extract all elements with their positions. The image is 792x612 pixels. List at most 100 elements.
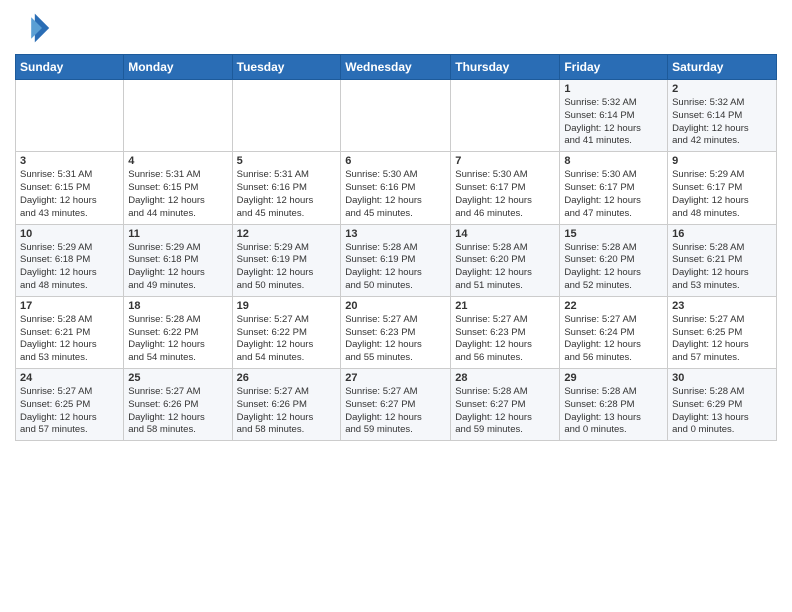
week-row-5: 24 Sunrise: 5:27 AM Sunset: 6:25 PM Dayli… — [16, 369, 777, 441]
day-number: 23 — [672, 300, 772, 312]
day-cell: 5 Sunrise: 5:31 AM Sunset: 6:16 PM Daylig… — [232, 152, 341, 224]
day-cell: 2 Sunrise: 5:32 AM Sunset: 6:14 PM Daylig… — [668, 80, 777, 152]
week-row-3: 10 Sunrise: 5:29 AM Sunset: 6:18 PM Dayli… — [16, 224, 777, 296]
weekday-monday: Monday — [124, 55, 232, 80]
day-number: 29 — [564, 372, 663, 384]
day-info: Sunrise: 5:31 AM Sunset: 6:15 PM Dayligh… — [128, 169, 227, 220]
day-number: 30 — [672, 372, 772, 384]
day-info: Sunrise: 5:27 AM Sunset: 6:24 PM Dayligh… — [564, 314, 663, 365]
day-info: Sunrise: 5:27 AM Sunset: 6:25 PM Dayligh… — [672, 314, 772, 365]
day-info: Sunrise: 5:27 AM Sunset: 6:22 PM Dayligh… — [237, 314, 337, 365]
day-info: Sunrise: 5:27 AM Sunset: 6:26 PM Dayligh… — [128, 386, 227, 437]
day-cell: 10Sunrise: 5:29 AM Sunset: 6:18 PM Dayli… — [16, 224, 124, 296]
calendar: SundayMondayTuesdayWednesdayThursdayFrid… — [15, 54, 777, 441]
day-info: Sunrise: 5:30 AM Sunset: 6:16 PM Dayligh… — [345, 169, 446, 220]
day-cell: 16 Sunrise: 5:28 AM Sunset: 6:21 PM Dayli… — [668, 224, 777, 296]
day-number: 5 — [237, 155, 337, 167]
weekday-thursday: Thursday — [451, 55, 560, 80]
day-number: 13 — [345, 228, 446, 240]
day-number: 27 — [345, 372, 446, 384]
day-number: 12 — [237, 228, 337, 240]
day-number: 22 — [564, 300, 663, 312]
day-info: Sunrise: 5:28 AM Sunset: 6:21 PM Dayligh… — [672, 242, 772, 293]
day-cell: 8 Sunrise: 5:30 AM Sunset: 6:17 PM Daylig… — [560, 152, 668, 224]
day-info: Sunrise: 5:28 AM Sunset: 6:20 PM Dayligh… — [564, 242, 663, 293]
day-cell: 17 Sunrise: 5:28 AM Sunset: 6:21 PM Dayli… — [16, 296, 124, 368]
day-info: Sunrise: 5:29 AM Sunset: 6:19 PM Dayligh… — [237, 242, 337, 293]
day-number: 4 — [128, 155, 227, 167]
day-info: Sunrise: 5:29 AM Sunset: 6:18 PM Dayligh… — [128, 242, 227, 293]
day-cell: 27 Sunrise: 5:27 AM Sunset: 6:27 PM Dayli… — [341, 369, 451, 441]
day-info: Sunrise: 5:32 AM Sunset: 6:14 PM Dayligh… — [672, 97, 772, 148]
day-number: 10 — [20, 228, 119, 240]
day-info: Sunrise: 5:28 AM Sunset: 6:22 PM Dayligh… — [128, 314, 227, 365]
day-number: 19 — [237, 300, 337, 312]
day-cell: 1Sunrise: 5:32 AM Sunset: 6:14 PM Daylig… — [560, 80, 668, 152]
day-cell: 18 Sunrise: 5:28 AM Sunset: 6:22 PM Dayli… — [124, 296, 232, 368]
day-cell: 12 Sunrise: 5:29 AM Sunset: 6:19 PM Dayli… — [232, 224, 341, 296]
day-number: 21 — [455, 300, 555, 312]
day-number: 18 — [128, 300, 227, 312]
day-number: 24 — [20, 372, 119, 384]
weekday-friday: Friday — [560, 55, 668, 80]
day-cell: 14Sunrise: 5:28 AM Sunset: 6:20 PM Dayli… — [451, 224, 560, 296]
day-info: Sunrise: 5:27 AM Sunset: 6:25 PM Dayligh… — [20, 386, 119, 437]
day-cell: 21Sunrise: 5:27 AM Sunset: 6:23 PM Dayli… — [451, 296, 560, 368]
day-info: Sunrise: 5:28 AM Sunset: 6:28 PM Dayligh… — [564, 386, 663, 437]
day-info: Sunrise: 5:28 AM Sunset: 6:27 PM Dayligh… — [455, 386, 555, 437]
day-cell: 20 Sunrise: 5:27 AM Sunset: 6:23 PM Dayli… — [341, 296, 451, 368]
day-cell: 23 Sunrise: 5:27 AM Sunset: 6:25 PM Dayli… — [668, 296, 777, 368]
day-info: Sunrise: 5:31 AM Sunset: 6:16 PM Dayligh… — [237, 169, 337, 220]
day-info: Sunrise: 5:28 AM Sunset: 6:29 PM Dayligh… — [672, 386, 772, 437]
day-number: 3 — [20, 155, 119, 167]
day-number: 6 — [345, 155, 446, 167]
day-cell: 30 Sunrise: 5:28 AM Sunset: 6:29 PM Dayli… — [668, 369, 777, 441]
day-cell: 25 Sunrise: 5:27 AM Sunset: 6:26 PM Dayli… — [124, 369, 232, 441]
day-number: 20 — [345, 300, 446, 312]
day-cell — [451, 80, 560, 152]
day-info: Sunrise: 5:30 AM Sunset: 6:17 PM Dayligh… — [564, 169, 663, 220]
weekday-header-row: SundayMondayTuesdayWednesdayThursdayFrid… — [16, 55, 777, 80]
day-number: 8 — [564, 155, 663, 167]
day-info: Sunrise: 5:28 AM Sunset: 6:19 PM Dayligh… — [345, 242, 446, 293]
day-cell: 6 Sunrise: 5:30 AM Sunset: 6:16 PM Daylig… — [341, 152, 451, 224]
day-info: Sunrise: 5:27 AM Sunset: 6:27 PM Dayligh… — [345, 386, 446, 437]
day-cell: 28 Sunrise: 5:28 AM Sunset: 6:27 PM Dayli… — [451, 369, 560, 441]
week-row-1: 1 Sunrise: 5:32 AM Sunset: 6:14 PM Daylig… — [16, 80, 777, 152]
day-cell: 22 Sunrise: 5:27 AM Sunset: 6:24 PM Dayli… — [560, 296, 668, 368]
page: SundayMondayTuesdayWednesdayThursdayFrid… — [0, 0, 792, 612]
day-cell: 13 Sunrise: 5:28 AM Sunset: 6:19 PM Dayli… — [341, 224, 451, 296]
day-cell: 29 Sunrise: 5:28 AM Sunset: 6:28 PM Dayli… — [560, 369, 668, 441]
week-row-4: 17 Sunrise: 5:28 AM Sunset: 6:21 PM Dayli… — [16, 296, 777, 368]
day-info: Sunrise: 5:28 AM Sunset: 6:21 PM Dayligh… — [20, 314, 119, 365]
day-number: 28 — [455, 372, 555, 384]
day-cell: 19 Sunrise: 5:27 AM Sunset: 6:22 PM Dayli… — [232, 296, 341, 368]
day-info: Sunrise: 5:27 AM Sunset: 6:23 PM Dayligh… — [345, 314, 446, 365]
day-number: 16 — [672, 228, 772, 240]
day-info: Sunrise: 5:29 AM Sunset: 6:17 PM Dayligh… — [672, 169, 772, 220]
weekday-saturday: Saturday — [668, 55, 777, 80]
day-number: 17 — [20, 300, 119, 312]
day-number: 25 — [128, 372, 227, 384]
day-info: Sunrise: 5:28 AM Sunset: 6:20 PM Dayligh… — [455, 242, 555, 293]
weekday-tuesday: Tuesday — [232, 55, 341, 80]
day-info: Sunrise: 5:30 AM Sunset: 6:17 PM Dayligh… — [455, 169, 555, 220]
logo-icon — [15, 10, 51, 46]
day-cell: 11 Sunrise: 5:29 AM Sunset: 6:18 PM Dayli… — [124, 224, 232, 296]
day-cell — [341, 80, 451, 152]
week-row-2: 3 Sunrise: 5:31 AM Sunset: 6:15 PM Daylig… — [16, 152, 777, 224]
day-number: 2 — [672, 83, 772, 95]
day-cell — [16, 80, 124, 152]
header — [15, 10, 777, 46]
day-number: 26 — [237, 372, 337, 384]
day-number: 9 — [672, 155, 772, 167]
day-cell: 3 Sunrise: 5:31 AM Sunset: 6:15 PM Daylig… — [16, 152, 124, 224]
day-cell — [232, 80, 341, 152]
day-number: 1 — [564, 83, 663, 95]
day-cell: 7 Sunrise: 5:30 AM Sunset: 6:17 PM Daylig… — [451, 152, 560, 224]
day-number: 15 — [564, 228, 663, 240]
day-info: Sunrise: 5:31 AM Sunset: 6:15 PM Dayligh… — [20, 169, 119, 220]
day-cell: 24 Sunrise: 5:27 AM Sunset: 6:25 PM Dayli… — [16, 369, 124, 441]
day-number: 7 — [455, 155, 555, 167]
day-number: 11 — [128, 228, 227, 240]
